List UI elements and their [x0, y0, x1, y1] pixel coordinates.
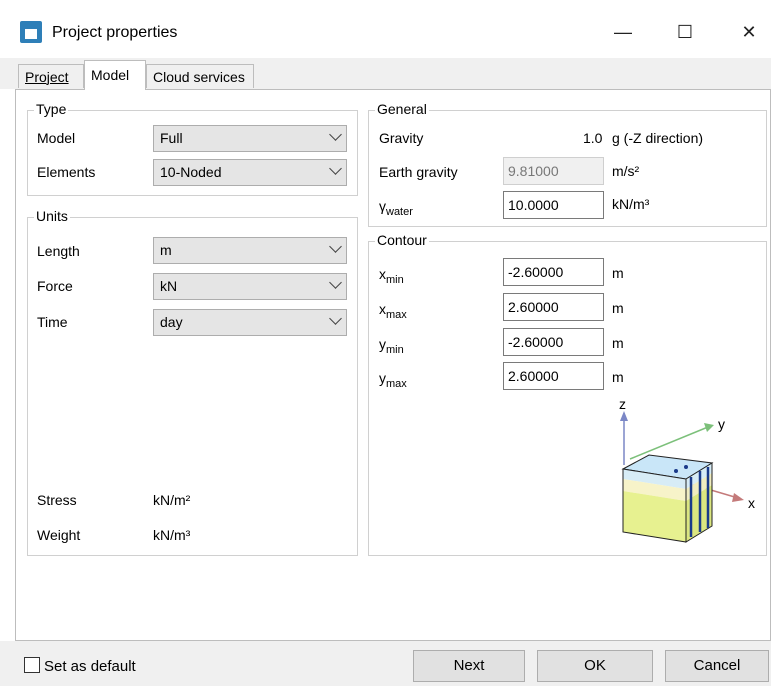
tab-cloud-services[interactable]: Cloud services	[146, 64, 254, 88]
app-icon	[20, 21, 42, 43]
soil-model-illustration: z y x	[619, 396, 755, 543]
y-axis-line	[629, 426, 709, 460]
time-select[interactable]: day	[153, 309, 347, 336]
gamma-water-field[interactable]: 10.0000	[503, 191, 604, 219]
well-dot	[674, 469, 678, 473]
earth-gravity-label: Earth gravity	[379, 164, 458, 180]
z-axis-arrow	[620, 411, 628, 421]
xmin-field[interactable]: -2.60000	[503, 258, 604, 286]
gravity-label: Gravity	[379, 130, 424, 146]
next-button[interactable]: Next	[413, 650, 525, 682]
elements-select[interactable]: 10-Noded	[153, 159, 347, 186]
window-title: Project properties	[52, 24, 178, 41]
tab-model[interactable]: Model	[84, 60, 146, 90]
ymin-unit: m	[612, 335, 624, 351]
xmin-label: xmin	[379, 266, 404, 286]
general-group-title: General	[375, 101, 429, 117]
stress-unit: kN/m²	[153, 492, 191, 508]
chevron-down-icon	[329, 276, 342, 289]
y-axis-label: y	[718, 416, 725, 432]
z-axis-label: z	[619, 396, 626, 412]
minimize-button[interactable]: —	[600, 14, 646, 50]
xmax-label: xmax	[379, 301, 407, 321]
units-group-title: Units	[34, 208, 70, 224]
force-label: Force	[37, 278, 73, 294]
y-axis-arrow	[704, 423, 714, 432]
chevron-down-icon	[329, 312, 342, 325]
earth-gravity-unit: m/s²	[612, 163, 640, 179]
chevron-down-icon	[329, 128, 342, 141]
stress-label: Stress	[37, 492, 77, 508]
chevron-down-icon	[329, 162, 342, 175]
xmin-unit: m	[612, 265, 624, 281]
chevron-down-icon	[329, 240, 342, 253]
model-label: Model	[37, 130, 76, 146]
type-group-title: Type	[34, 101, 69, 117]
set-as-default-checkbox[interactable]	[24, 657, 40, 673]
weight-label: Weight	[37, 527, 81, 543]
earth-gravity-field: 9.81000	[503, 157, 604, 185]
gamma-water-unit: kN/m³	[612, 196, 650, 212]
close-button[interactable]: ✕	[726, 14, 771, 50]
xmax-field[interactable]: 2.60000	[503, 293, 604, 321]
gravity-value: 1.0	[583, 130, 603, 146]
maximize-button[interactable]: ☐	[662, 14, 708, 50]
model-select[interactable]: Full	[153, 125, 347, 152]
cancel-button[interactable]: Cancel	[665, 650, 769, 682]
force-select[interactable]: kN	[153, 273, 347, 300]
weight-unit: kN/m³	[153, 527, 191, 543]
xmax-unit: m	[612, 300, 624, 316]
length-label: Length	[37, 243, 80, 259]
contour-group-title: Contour	[375, 232, 429, 248]
ok-button[interactable]: OK	[537, 650, 653, 682]
x-axis-label: x	[748, 495, 755, 511]
gamma-water-label: γwater	[379, 198, 413, 218]
ymax-unit: m	[612, 369, 624, 385]
ymax-label: ymax	[379, 370, 407, 390]
tab-project[interactable]: Project	[18, 64, 84, 88]
x-axis-arrow	[732, 493, 744, 502]
elements-label: Elements	[37, 164, 96, 180]
ymin-field[interactable]: -2.60000	[503, 328, 604, 356]
well-dot	[684, 465, 688, 469]
ymin-label: ymin	[379, 336, 404, 356]
set-as-default-label: Set as default	[44, 658, 136, 675]
time-label: Time	[37, 314, 68, 330]
length-select[interactable]: m	[153, 237, 347, 264]
gravity-unit: g (-Z direction)	[612, 130, 704, 146]
ymax-field[interactable]: 2.60000	[503, 362, 604, 390]
